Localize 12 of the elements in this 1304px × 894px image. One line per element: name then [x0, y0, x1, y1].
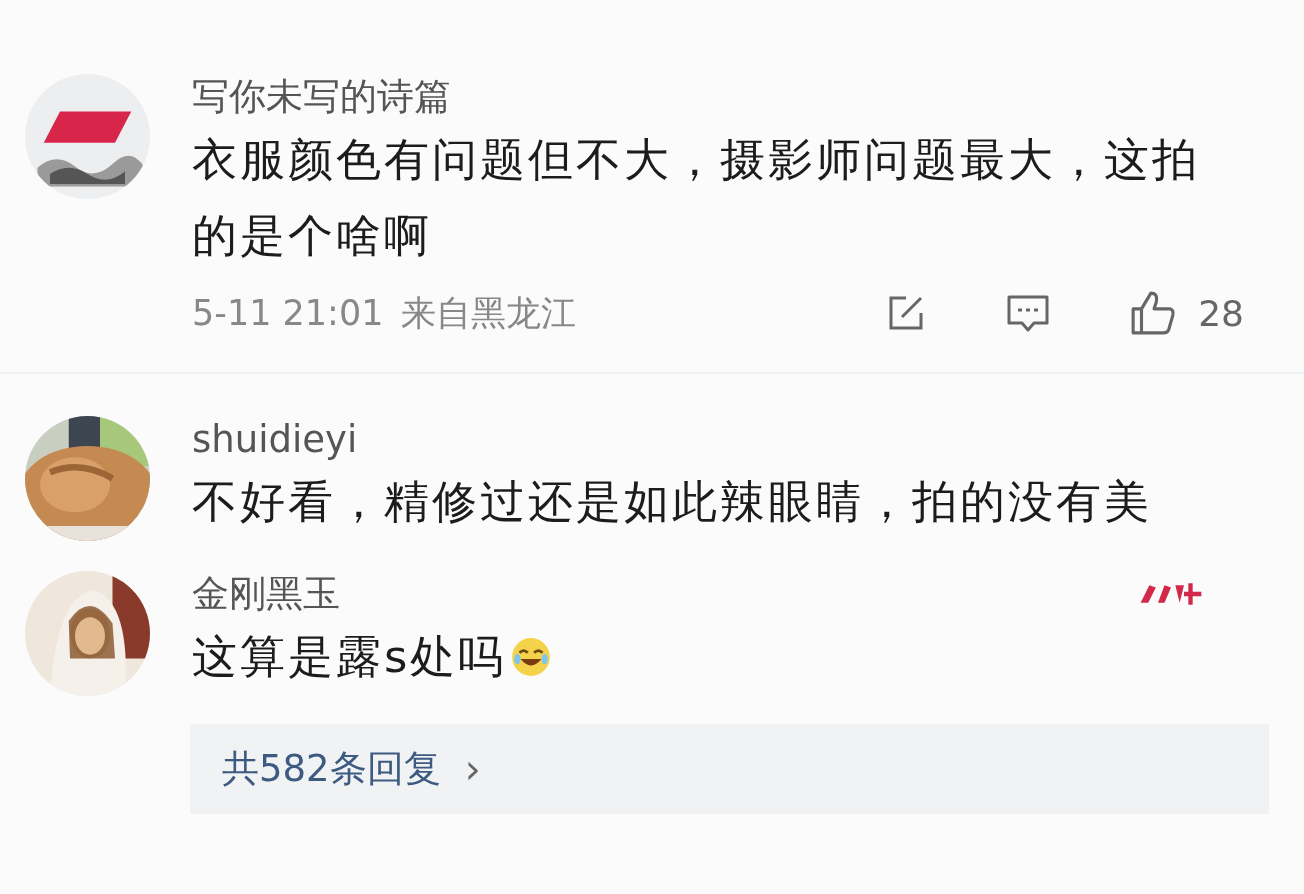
laughing-emoji-icon: [510, 636, 553, 678]
comment-location: 来自黑龙江: [401, 291, 577, 335]
view-replies-button[interactable]: 共582条回复 ›: [190, 724, 1269, 814]
comment-text: 不好看，精修过还是如此辣眼睛，拍的没有美: [192, 474, 1153, 530]
comment-icon[interactable]: [1006, 293, 1051, 333]
comment-time: 5-11 21:01: [192, 293, 384, 333]
username[interactable]: shuidieyi: [192, 417, 358, 461]
comment-text: 衣服颜色有问题但不大，摄影师问题最大，这拍的是个啥啊: [192, 132, 1201, 264]
username[interactable]: 金刚黑玉: [192, 569, 340, 619]
username[interactable]: 写你未写的诗篇: [192, 72, 451, 122]
like-count: 28: [1198, 292, 1244, 334]
comment-text: 这算是露s处吗: [192, 619, 1244, 695]
